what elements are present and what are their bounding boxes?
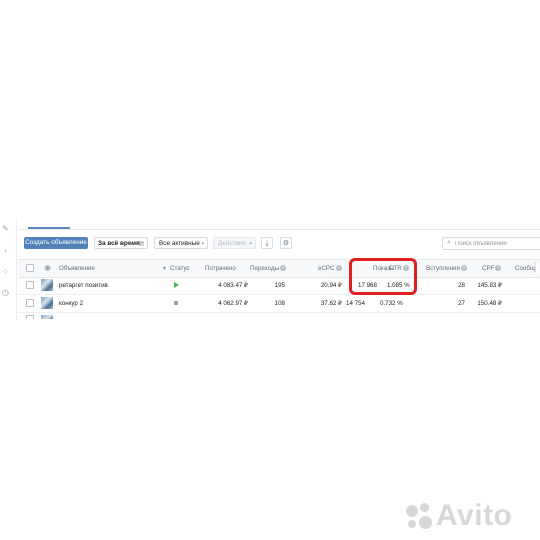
header-cpf-label: CPF [482,265,495,272]
header-status[interactable]: Статус [170,265,190,272]
ad-thumbnail [41,297,53,309]
avito-watermark: Avito [404,498,512,534]
ad-name-link[interactable]: ретаргет позитив [59,282,108,289]
settings-button[interactable]: ⚙ [280,237,292,249]
clicks-value: 195 [274,282,285,289]
create-ad-button[interactable]: Создать объявление [24,237,88,249]
ecpc-value: 37.62 ₽ [320,300,342,307]
header-joins[interactable]: Вступления? [426,265,467,272]
status-filter-label: Все активные [159,240,200,247]
left-icon-strip: ✎ › ⁘ ◷ [0,218,17,320]
header-joins-label: Вступления [426,265,460,272]
table-row[interactable]: ретаргет позитив 4 083.47 ₽ 195 20.94 ₽ … [18,277,540,295]
header-ecpc-label: eCPC [318,265,335,272]
ad-thumbnail [41,279,53,291]
row-checkbox[interactable] [26,281,34,289]
ecpc-value: 20.94 ₽ [320,282,342,289]
header-spent[interactable]: Потрачено [205,265,236,272]
tabs-divider [18,229,540,230]
help-icon[interactable]: ? [335,265,342,272]
period-selector[interactable]: За всё время ▤ [94,237,148,249]
gear-icon: ⚙ [282,240,290,247]
help-icon[interactable]: ? [495,265,502,272]
download-icon: ⤓ [265,240,269,247]
search-box[interactable]: ⌕ [442,237,540,250]
column-resize-handle[interactable] [535,262,539,273]
cpf-value: 150.48 ₽ [477,300,502,307]
header-clicks-label: Переходы [250,265,280,272]
actions-dropdown[interactable]: Действия ▾ [213,237,256,249]
ad-thumbnail [41,315,53,319]
pause-icon[interactable] [174,301,178,305]
chevron-down-icon: ▾ [201,241,204,247]
watermark-text: Avito [436,499,513,532]
edit-icon[interactable]: ✎ [1,224,10,233]
actions-label: Действия [218,240,246,247]
play-icon[interactable] [174,282,179,288]
cpf-value: 145.83 ₽ [477,282,502,289]
ad-name-link[interactable]: конкур 2 [59,300,83,307]
ctr-value: 0.732 % [380,300,403,307]
joins-value: 28 [458,282,465,289]
select-all-checkbox[interactable] [26,264,34,272]
clicks-value: 108 [274,300,285,307]
row-checkbox[interactable] [26,315,34,319]
calendar-icon: ▤ [138,241,144,247]
help-icon[interactable]: ? [460,265,467,272]
highlight-annotation [349,258,417,295]
table-row[interactable]: конкур 2 4 062.97 ₽ 108 37.62 ₽ 14 754 0… [18,295,540,313]
search-icon: ⌕ [447,239,451,246]
sort-icon[interactable]: ▾ [163,265,166,272]
header-ad[interactable]: Объявление [59,265,95,272]
chevron-down-icon: ▾ [249,241,252,247]
search-input[interactable] [455,239,539,248]
header-ecpc[interactable]: eCPC? [318,265,342,272]
help-icon[interactable]: ? [280,265,287,272]
avito-logo-icon [404,501,434,531]
joins-value: 27 [458,300,465,307]
download-button[interactable]: ⤓ [261,237,273,249]
table-header: ◉ Объявление ▾ Статус Потрачено Переходы… [18,259,540,278]
chevron-icon[interactable]: › [1,246,10,255]
impressions-value: 14 754 [346,300,365,307]
visibility-icon[interactable]: ◉ [44,263,51,272]
header-clicks[interactable]: Переходы? [250,265,287,272]
table-row[interactable] [18,313,540,319]
spent-value: 4 083.47 ₽ [218,282,248,289]
header-cpf[interactable]: CPF? [482,265,502,272]
spent-value: 4 062.97 ₽ [218,300,248,307]
clock-icon[interactable]: ◷ [1,288,10,297]
status-filter-dropdown[interactable]: Все активные ▾ [154,237,208,249]
period-label: За всё время [98,240,140,247]
row-checkbox[interactable] [26,299,34,307]
grid-icon[interactable]: ⁘ [1,267,10,276]
